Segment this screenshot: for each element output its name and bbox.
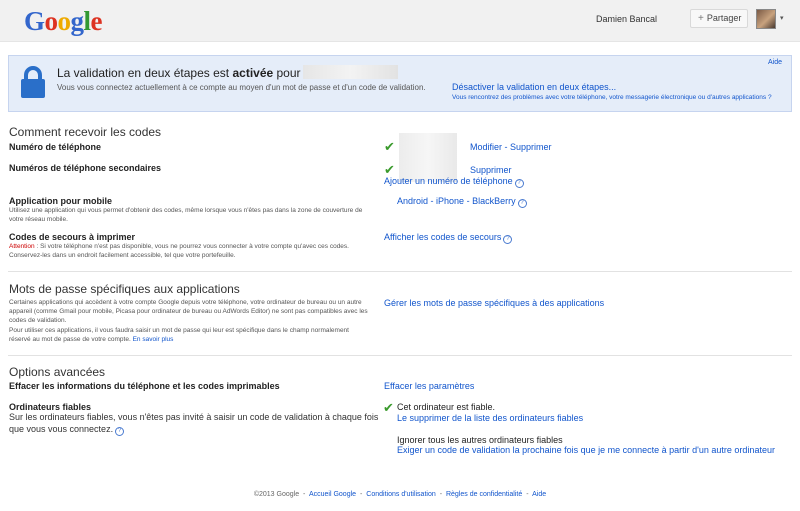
banner-title-status: activée xyxy=(232,66,274,80)
footer-link-help[interactable]: Aide xyxy=(532,491,546,498)
phone-actions: Modifier - Supprimer xyxy=(470,142,552,152)
separator: - xyxy=(526,491,529,498)
blackberry-link[interactable]: BlackBerry xyxy=(472,196,516,206)
android-link[interactable]: Android xyxy=(397,196,428,206)
problems-link[interactable]: Vous rencontrez des problèmes avec votre… xyxy=(452,94,772,101)
mobile-app-label: Application pour mobile xyxy=(9,196,112,206)
help-icon[interactable]: ? xyxy=(115,427,125,436)
logo-letter: g xyxy=(70,6,85,36)
learn-more-link[interactable]: En savoir plus xyxy=(133,336,174,343)
app-passwords-desc-2: Pour utiliser ces applications, il vous … xyxy=(9,326,369,344)
secondary-phones-label: Numéros de téléphone secondaires xyxy=(9,163,162,173)
plus-icon: + xyxy=(698,13,704,24)
backup-codes-label: Codes de secours à imprimer xyxy=(9,232,136,242)
trusted-computers-desc: Sur les ordinateurs fiables, vous n'êtes… xyxy=(9,411,389,436)
lock-icon xyxy=(21,66,45,98)
avatar[interactable] xyxy=(756,9,776,29)
separator: - xyxy=(303,491,306,498)
backup-codes-row: Afficher les codes de secours? xyxy=(384,232,513,244)
attention-label: Attention xyxy=(9,243,35,250)
backup-codes-desc: Attention : Si votre téléphone n'est pas… xyxy=(9,242,369,260)
banner-title: La validation en deux étapes est activée… xyxy=(57,65,398,80)
top-bar: Google Damien Bancal + Partager ▾ xyxy=(0,0,800,42)
footer-link-terms[interactable]: Conditions d'utilisation xyxy=(366,491,435,498)
help-icon[interactable]: ? xyxy=(503,235,513,244)
share-label: Partager xyxy=(706,13,742,23)
erase-settings-link[interactable]: Effacer les paramètres xyxy=(384,381,474,391)
phone-label: Numéro de téléphone xyxy=(9,142,102,152)
erase-label: Effacer les informations du téléphone et… xyxy=(9,381,280,391)
show-backup-codes-link[interactable]: Afficher les codes de secours xyxy=(384,232,501,242)
backup-desc-text: : Si votre téléphone n'est pas disponibl… xyxy=(9,243,349,259)
section-title-codes: Comment recevoir les codes xyxy=(9,125,162,139)
modify-phone-link[interactable]: Modifier xyxy=(470,142,502,152)
app-passwords-desc: Certaines applications qui accèdent à vo… xyxy=(9,299,368,324)
separator: - xyxy=(502,142,511,152)
mobile-app-links: Android - iPhone - BlackBerry? xyxy=(397,196,527,208)
banner-title-suffix: pour xyxy=(273,66,301,80)
separator: - xyxy=(428,196,437,206)
logo-letter: l xyxy=(83,6,92,36)
section-title-advanced: Options avancées xyxy=(9,365,106,379)
status-banner: La validation en deux étapes est activée… xyxy=(8,55,792,112)
separator: - xyxy=(439,491,443,498)
check-icon: ✔ xyxy=(384,162,395,177)
app-passwords-desc-text: Pour utiliser ces applications, il vous … xyxy=(9,327,349,343)
add-phone-link[interactable]: Ajouter un numéro de téléphone xyxy=(384,176,513,186)
logo-letter: e xyxy=(90,6,103,36)
footer-link-privacy[interactable]: Règles de confidentialité xyxy=(446,491,522,498)
check-icon: ✔ xyxy=(384,139,395,154)
user-name[interactable]: Damien Bancal xyxy=(596,14,657,24)
trusted-desc-text: Sur les ordinateurs fiables, vous n'êtes… xyxy=(9,412,379,434)
add-phone-row: Ajouter un numéro de téléphone? xyxy=(384,176,524,188)
copyright: ©2013 Google xyxy=(253,491,300,498)
manage-app-passwords-link[interactable]: Gérer les mots de passe spécifiques à de… xyxy=(384,298,604,308)
google-logo[interactable]: Google xyxy=(24,6,103,37)
banner-title-prefix: La validation en deux étapes est xyxy=(57,66,233,80)
check-icon: ✔ xyxy=(383,400,394,415)
remove-trusted-link[interactable]: Le supprimer de la liste des ordinateurs… xyxy=(397,413,583,423)
require-code-link[interactable]: Exiger un code de validation la prochain… xyxy=(397,445,775,455)
logo-letter: o xyxy=(57,6,72,36)
footer-link-home[interactable]: Accueil Google xyxy=(309,491,356,498)
logo-letter: G xyxy=(24,6,45,36)
separator: - xyxy=(360,491,363,498)
share-button[interactable]: + Partager xyxy=(690,9,748,28)
delete-phone-link[interactable]: Supprimer xyxy=(510,142,552,152)
logo-letter: o xyxy=(44,6,59,36)
this-computer-trusted: Cet ordinateur est fiable. xyxy=(397,402,496,412)
redacted-email xyxy=(302,65,398,79)
footer: ©2013 Google - Accueil Google - Conditio… xyxy=(0,491,800,498)
delete-secondary-link[interactable]: Supprimer xyxy=(470,165,512,175)
disable-two-step-link[interactable]: Désactiver la validation en deux étapes.… xyxy=(452,82,616,92)
help-link[interactable]: Aide xyxy=(768,59,782,66)
section-title-app-passwords: Mots de passe spécifiques aux applicatio… xyxy=(9,282,240,296)
separator: - xyxy=(464,196,473,206)
mobile-app-desc: Utilisez une application qui vous permet… xyxy=(9,207,363,223)
ignore-trusted-text: Ignorer tous les autres ordinateurs fiab… xyxy=(397,435,563,445)
divider xyxy=(8,271,792,272)
help-icon[interactable]: ? xyxy=(514,179,524,188)
iphone-link[interactable]: iPhone xyxy=(436,196,464,206)
banner-subtitle: Vous vous connectez actuellement à ce co… xyxy=(57,83,426,92)
divider xyxy=(8,355,792,356)
chevron-down-icon[interactable]: ▾ xyxy=(780,14,784,22)
help-icon[interactable]: ? xyxy=(517,199,527,208)
